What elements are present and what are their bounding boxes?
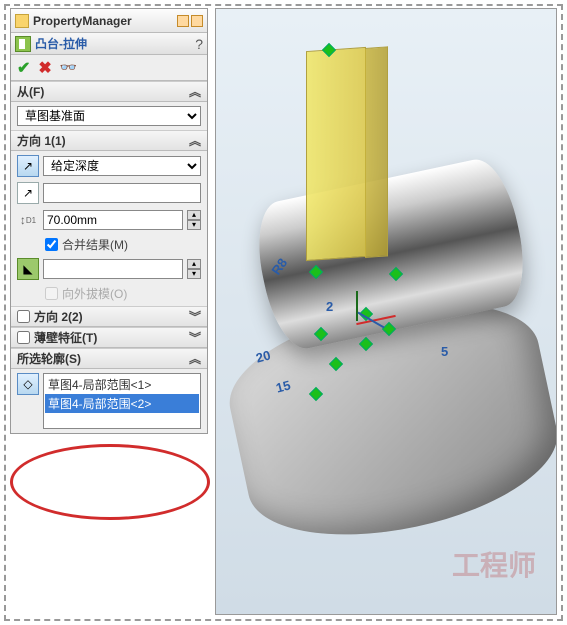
direction-vector-icon[interactable]: ↗ — [17, 182, 39, 204]
watermark: 工程师 — [452, 544, 536, 584]
feature-help-icon[interactable]: ? — [195, 36, 203, 52]
direction-vector-field[interactable] — [43, 183, 201, 203]
contours-list[interactable]: 草图4-局部范围<1> 草图4-局部范围<2> — [43, 373, 201, 429]
draft-field[interactable] — [43, 259, 183, 279]
dim-d[interactable]: 2 — [326, 299, 333, 314]
thin-header[interactable]: 薄壁特征(T) ︾ — [11, 328, 207, 348]
collapse-icon[interactable]: ︽ — [189, 132, 201, 149]
merge-label: 合并结果(M) — [62, 236, 128, 253]
expand-icon[interactable]: ︾ — [189, 329, 201, 346]
extrude-preview[interactable] — [306, 47, 366, 261]
feature-header: 凸台-拉伸 ? — [11, 33, 207, 55]
pm-title: PropertyManager — [33, 14, 177, 28]
end-condition-select[interactable]: 给定深度 — [43, 156, 201, 176]
contour-item[interactable]: 草图4-局部范围<1> — [45, 375, 199, 394]
thin-label: 薄壁特征(T) — [34, 329, 97, 346]
contours-header[interactable]: 所选轮廓(S) ︽ — [11, 349, 207, 369]
direction1-group: 方向 1(1) ︽ ↗ 给定深度 ↗ ↕D1 ▴ ▾ — [11, 130, 207, 306]
from-label: 从(F) — [17, 83, 44, 100]
pin-left-icon[interactable] — [177, 15, 189, 27]
pm-header: PropertyManager — [11, 9, 207, 33]
draft-icon[interactable]: ◣ — [17, 258, 39, 280]
draft-spin-up[interactable]: ▴ — [187, 259, 201, 269]
draft-outward-label: 向外拔模(O) — [62, 285, 127, 302]
pm-icon — [15, 14, 29, 28]
pin-right-icon[interactable] — [191, 15, 203, 27]
draft-outward-checkbox — [45, 287, 58, 300]
pm-pins — [177, 15, 203, 27]
contours-group: 所选轮廓(S) ︽ ◇ 草图4-局部范围<1> 草图4-局部范围<2> — [11, 348, 207, 433]
cancel-button[interactable]: ✖ — [38, 58, 51, 78]
from-group: 从(F) ︽ 草图基准面 — [11, 81, 207, 130]
depth-spin-up[interactable]: ▴ — [187, 210, 201, 220]
direction2-header[interactable]: 方向 2(2) ︾ — [11, 307, 207, 327]
dim-c[interactable]: 5 — [441, 344, 448, 359]
direction2-label: 方向 2(2) — [34, 308, 83, 325]
contours-label: 所选轮廓(S) — [17, 350, 81, 367]
direction2-group: 方向 2(2) ︾ — [11, 306, 207, 327]
merge-checkbox[interactable] — [45, 238, 58, 251]
thin-checkbox[interactable] — [17, 331, 30, 344]
direction1-header[interactable]: 方向 1(1) ︽ — [11, 131, 207, 151]
reverse-direction-icon[interactable]: ↗ — [17, 155, 39, 177]
collapse-icon[interactable]: ︽ — [189, 83, 201, 100]
feature-name: 凸台-拉伸 — [35, 35, 87, 52]
3d-viewport[interactable]: R8 20 15 5 2 工程师 — [215, 8, 557, 615]
expand-icon[interactable]: ︾ — [189, 308, 201, 325]
contour-icon[interactable]: ◇ — [17, 373, 39, 395]
draft-spin-down[interactable]: ▾ — [187, 269, 201, 279]
thin-group: 薄壁特征(T) ︾ — [11, 327, 207, 348]
direction1-label: 方向 1(1) — [17, 132, 66, 149]
contour-item-selected[interactable]: 草图4-局部范围<2> — [45, 394, 199, 413]
collapse-icon[interactable]: ︽ — [189, 350, 201, 367]
triad-y-icon[interactable] — [356, 291, 358, 321]
extrude-feature-icon — [15, 36, 31, 52]
depth-input[interactable] — [43, 210, 183, 230]
preview-button[interactable]: 👓 — [60, 59, 77, 76]
direction2-checkbox[interactable] — [17, 310, 30, 323]
from-select[interactable]: 草图基准面 — [17, 106, 201, 126]
from-header[interactable]: 从(F) ︽ — [11, 82, 207, 102]
property-manager-panel: PropertyManager 凸台-拉伸 ? ✔ ✖ 👓 从(F) ︽ 草图基… — [10, 8, 208, 434]
depth-spin-down[interactable]: ▾ — [187, 220, 201, 230]
ok-button[interactable]: ✔ — [17, 58, 30, 78]
action-bar: ✔ ✖ 👓 — [11, 55, 207, 81]
depth-icon: ↕D1 — [17, 209, 39, 231]
